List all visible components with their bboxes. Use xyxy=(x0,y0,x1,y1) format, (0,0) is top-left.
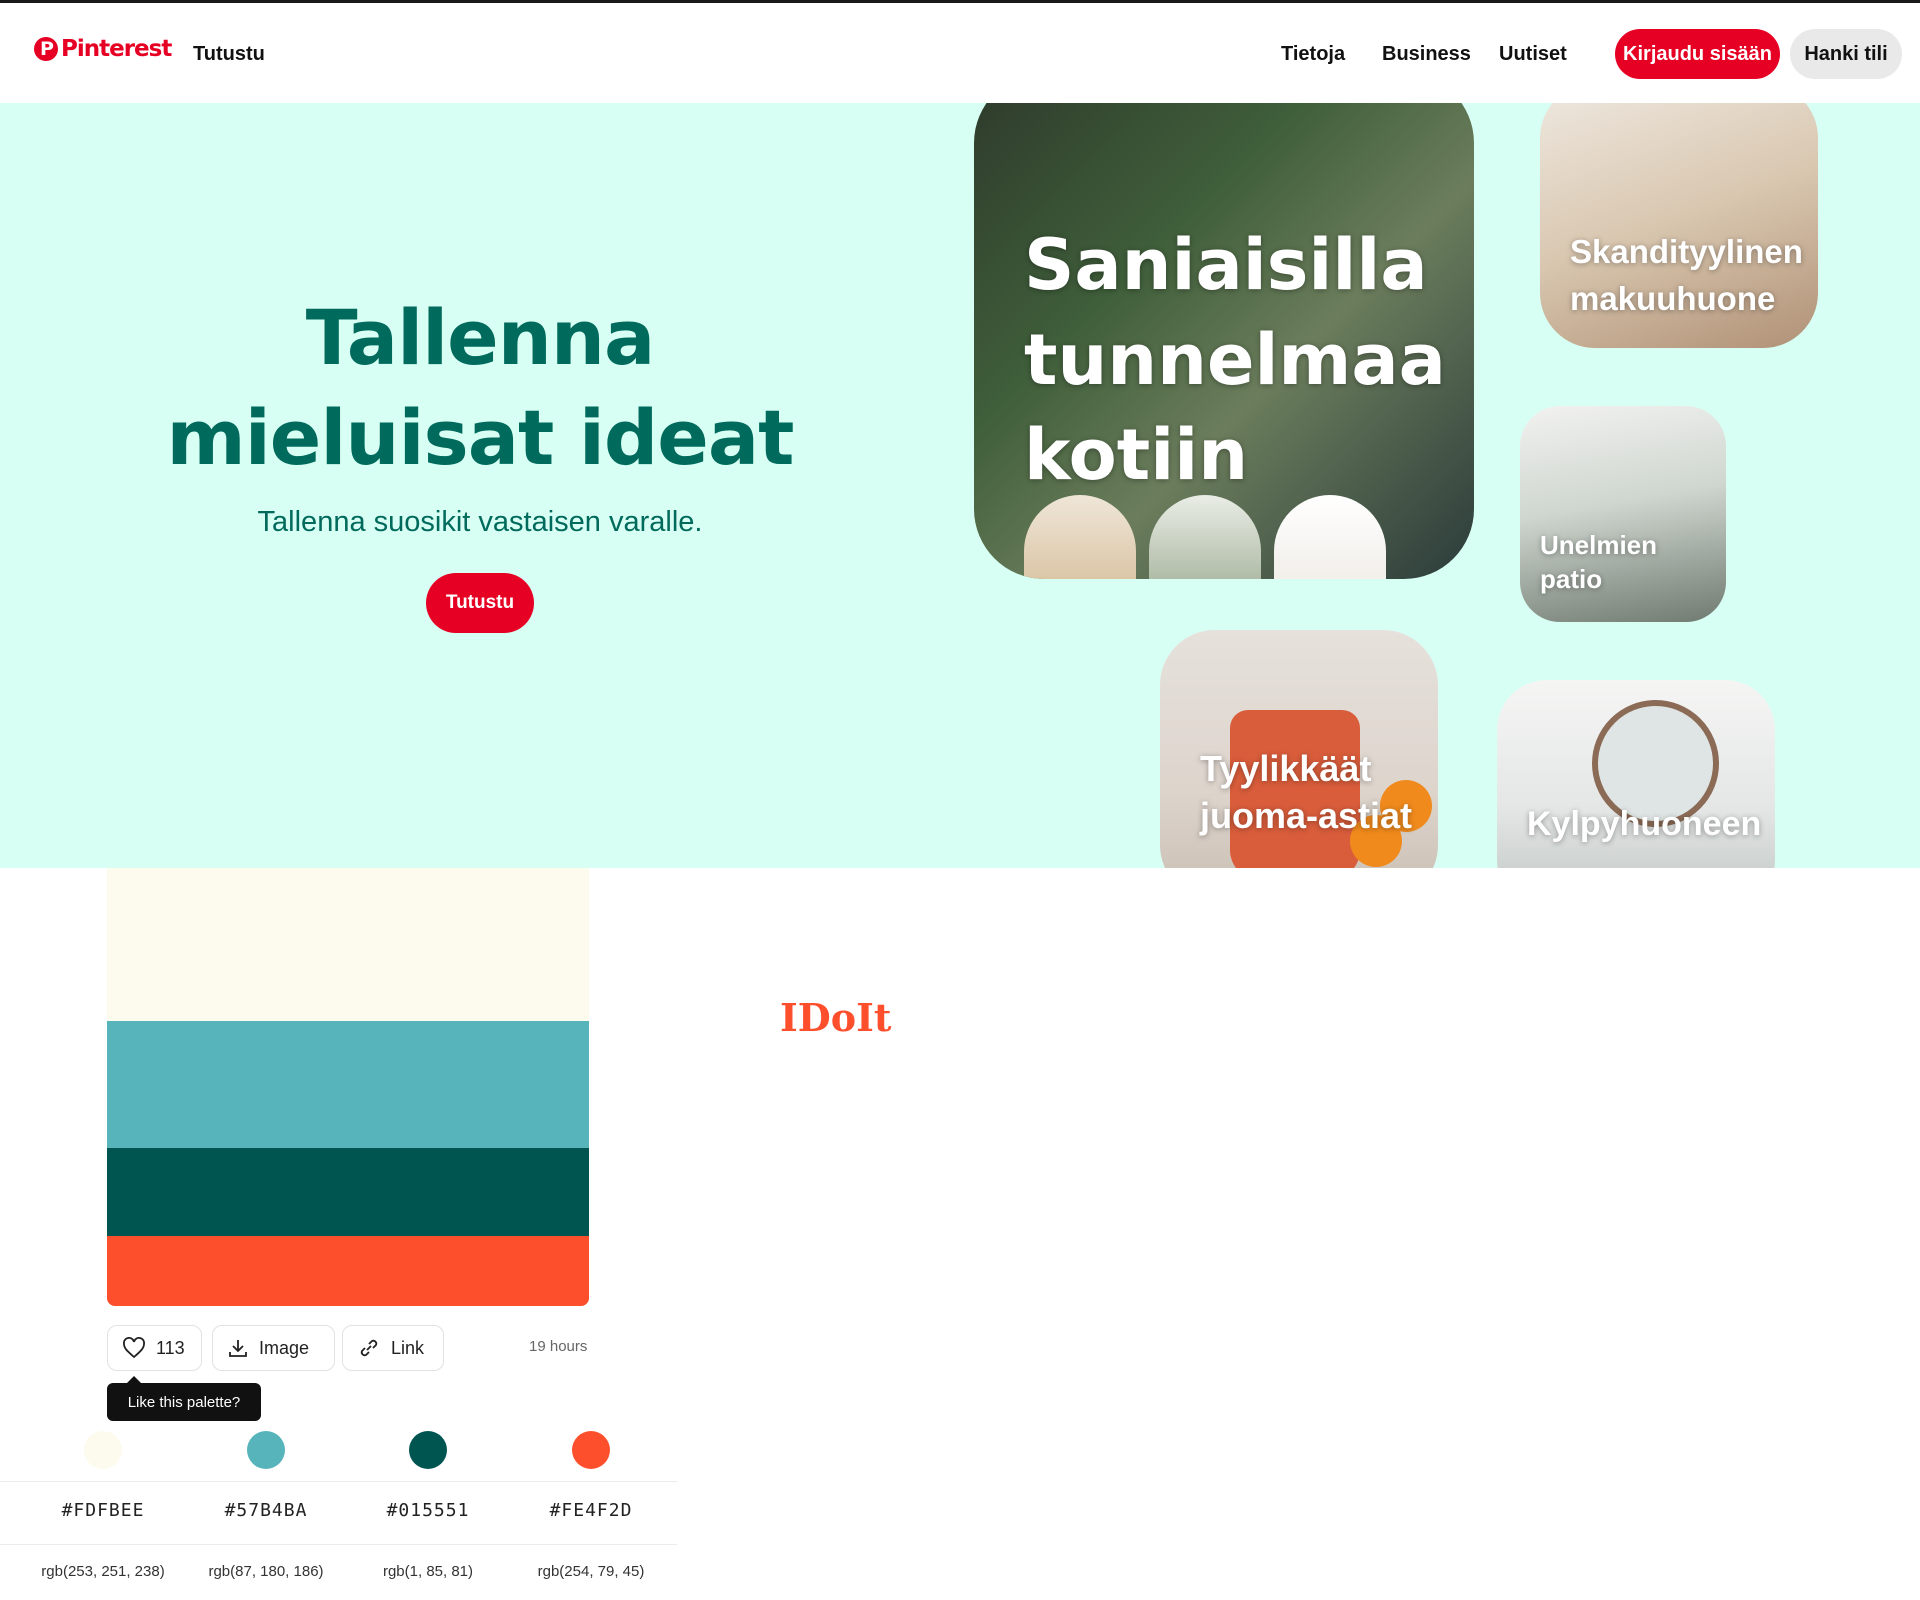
card-label: Unelmien patio xyxy=(1540,530,1658,594)
color-swatch[interactable] xyxy=(409,1431,447,1469)
signup-button[interactable]: Hanki tili xyxy=(1790,29,1902,79)
like-count: 113 xyxy=(156,1337,185,1358)
hero-title: Tallenna mieluisat ideat xyxy=(166,293,795,482)
like-button[interactable]: 113 xyxy=(107,1325,202,1371)
palette-band xyxy=(107,1236,589,1306)
card-label: Saniaisilla tunnelmaa kotiin xyxy=(1024,224,1446,496)
idea-card-bedroom[interactable]: Skandityylinen makuuhuone xyxy=(1540,103,1818,348)
hero-explore-button[interactable]: Tutustu xyxy=(426,573,534,633)
rgb-code[interactable]: rgb(254, 79, 45) xyxy=(510,1563,672,1580)
card-label: Skandityylinen makuuhuone xyxy=(1570,233,1803,317)
hero-section: Tallenna mieluisat ideat Tallenna suosik… xyxy=(0,103,1920,868)
divider xyxy=(0,1481,677,1482)
image-label: Image xyxy=(259,1337,310,1358)
download-icon xyxy=(229,1340,247,1357)
pinterest-logo-icon xyxy=(34,37,58,61)
hex-code[interactable]: #015551 xyxy=(347,1500,509,1521)
nav-news-link[interactable]: Uutiset xyxy=(1499,43,1567,66)
brand-text[interactable]: IDoIt xyxy=(780,995,891,1040)
idea-card-patio[interactable]: Unelmien patio xyxy=(1520,406,1726,622)
rgb-code[interactable]: rgb(253, 251, 238) xyxy=(22,1563,184,1580)
rgb-code[interactable]: rgb(87, 180, 186) xyxy=(185,1563,347,1580)
download-image-button[interactable]: Image xyxy=(212,1325,335,1371)
link-icon xyxy=(360,1339,378,1357)
like-tooltip: Like this palette? xyxy=(107,1376,261,1421)
hero-subtitle: Tallenna suosikit vastaisen varalle. xyxy=(257,506,703,538)
divider xyxy=(0,1544,677,1545)
color-swatch[interactable] xyxy=(572,1431,610,1469)
card-label: Tyylikkäät juoma-astiat xyxy=(1200,748,1413,836)
timestamp: 19 hours xyxy=(529,1338,588,1355)
heart-icon xyxy=(123,1337,145,1359)
hex-code[interactable]: #FDFBEE xyxy=(22,1500,184,1521)
rgb-code[interactable]: rgb(1, 85, 81) xyxy=(347,1563,509,1580)
palette-band xyxy=(107,868,589,1021)
hex-code[interactable]: #57B4BA xyxy=(185,1500,347,1521)
login-button[interactable]: Kirjaudu sisään xyxy=(1615,29,1780,79)
color-swatch[interactable] xyxy=(84,1431,122,1469)
nav-about-link[interactable]: Tietoja xyxy=(1281,43,1345,66)
logo-text: Pinterest xyxy=(61,36,172,62)
nav-business-link[interactable]: Business xyxy=(1382,43,1471,66)
mini-image-livingroom xyxy=(1149,495,1261,579)
idea-card-ferns[interactable]: Saniaisilla tunnelmaa kotiin xyxy=(974,103,1474,579)
palette-band xyxy=(107,1021,589,1148)
copy-link-button[interactable]: Link xyxy=(342,1325,444,1371)
hex-code[interactable]: #FE4F2D xyxy=(510,1500,672,1521)
palette-band xyxy=(107,1148,589,1236)
link-label: Link xyxy=(391,1337,425,1358)
pinterest-logo[interactable]: Pinterest xyxy=(34,36,172,62)
mini-image-lamp xyxy=(1274,495,1386,579)
mini-image-bedroom xyxy=(1024,495,1136,579)
site-header: Pinterest Tutustu Tietoja Business Uutis… xyxy=(0,3,1920,103)
color-swatch[interactable] xyxy=(247,1431,285,1469)
card-label: Kylpyhuoneen xyxy=(1527,805,1762,843)
palette-preview[interactable] xyxy=(107,868,589,1306)
idea-card-bathroom[interactable]: Kylpyhuoneen xyxy=(1497,680,1775,868)
idea-card-drinkware[interactable]: Tyylikkäät juoma-astiat xyxy=(1160,630,1438,868)
nav-explore-link[interactable]: Tutustu xyxy=(193,43,265,66)
